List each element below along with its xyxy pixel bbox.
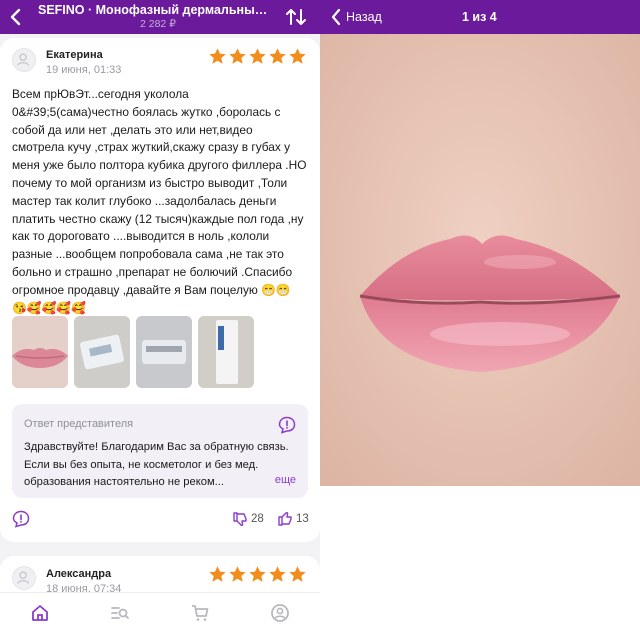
viewer-header: Назад 1 из 4	[320, 0, 640, 34]
star-icon	[289, 48, 306, 64]
reviews-panel: SEFINO · Монофазный дермальный фи... 2 2…	[0, 0, 320, 638]
product-title[interactable]: SEFINO · Монофазный дермальный фи...	[38, 3, 274, 17]
star-icon	[269, 48, 286, 64]
review-photos	[12, 316, 254, 388]
review-text: Всем прЮвЭт...сегодня уколола 0&#39;5(са…	[12, 87, 307, 315]
reply-text: Здравствуйте! Благодарим Вас за обратную…	[24, 441, 289, 489]
sort-icon[interactable]	[285, 6, 307, 28]
avatar	[12, 566, 36, 590]
star-icon	[289, 566, 306, 582]
photo-thumbnail[interactable]	[198, 316, 254, 388]
info-icon[interactable]	[278, 416, 296, 434]
photo-thumbnail[interactable]	[136, 316, 192, 388]
user-icon	[16, 53, 30, 66]
back-button[interactable]: Назад	[346, 10, 382, 24]
bottom-tab-bar	[0, 592, 320, 638]
photo-thumbnail[interactable]	[74, 316, 130, 388]
photo-thumbnail[interactable]	[12, 316, 68, 388]
star-icon	[269, 566, 286, 582]
star-icon	[249, 566, 266, 582]
review-author: Екатерина	[46, 49, 103, 61]
avatar	[12, 48, 36, 72]
back-icon[interactable]	[8, 7, 24, 27]
catalog-search-icon[interactable]	[110, 603, 130, 623]
review-actions: 28 13	[12, 508, 309, 532]
like-icon[interactable]	[277, 511, 293, 527]
dislike-count: 28	[251, 513, 264, 525]
rating-stars	[208, 565, 308, 585]
like-count: 13	[296, 513, 309, 525]
rating-stars	[208, 47, 308, 67]
star-icon	[229, 48, 246, 64]
review-author: Александра	[46, 568, 112, 580]
product-price: 2 282 ₽	[140, 18, 176, 30]
report-icon[interactable]	[12, 510, 30, 528]
star-icon	[249, 48, 266, 64]
seller-reply: Ответ представителя Здравствуйте! Благод…	[12, 404, 308, 498]
star-icon	[229, 566, 246, 582]
screen: SEFINO · Монофазный дермальный фи... 2 2…	[0, 0, 640, 638]
star-icon	[209, 566, 226, 582]
star-icon	[209, 48, 226, 64]
reply-title: Ответ представителя	[24, 418, 134, 430]
review-photo[interactable]	[320, 34, 640, 486]
product-header: SEFINO · Монофазный дермальный фи... 2 2…	[0, 0, 320, 34]
photo-counter: 1 из 4	[462, 10, 497, 24]
profile-icon[interactable]	[270, 603, 290, 623]
dislike-icon[interactable]	[232, 511, 248, 527]
back-icon[interactable]	[330, 8, 342, 26]
review-date: 19 июня, 01:33	[46, 64, 122, 76]
cart-icon[interactable]	[190, 603, 210, 623]
photo-viewer: Назад 1 из 4	[320, 0, 640, 638]
user-icon	[16, 571, 30, 584]
reply-more-link[interactable]: еще	[275, 474, 296, 486]
review-card: Екатерина 19 июня, 01:33 Всем прЮвЭт...с…	[0, 38, 320, 542]
home-icon[interactable]	[30, 603, 50, 623]
